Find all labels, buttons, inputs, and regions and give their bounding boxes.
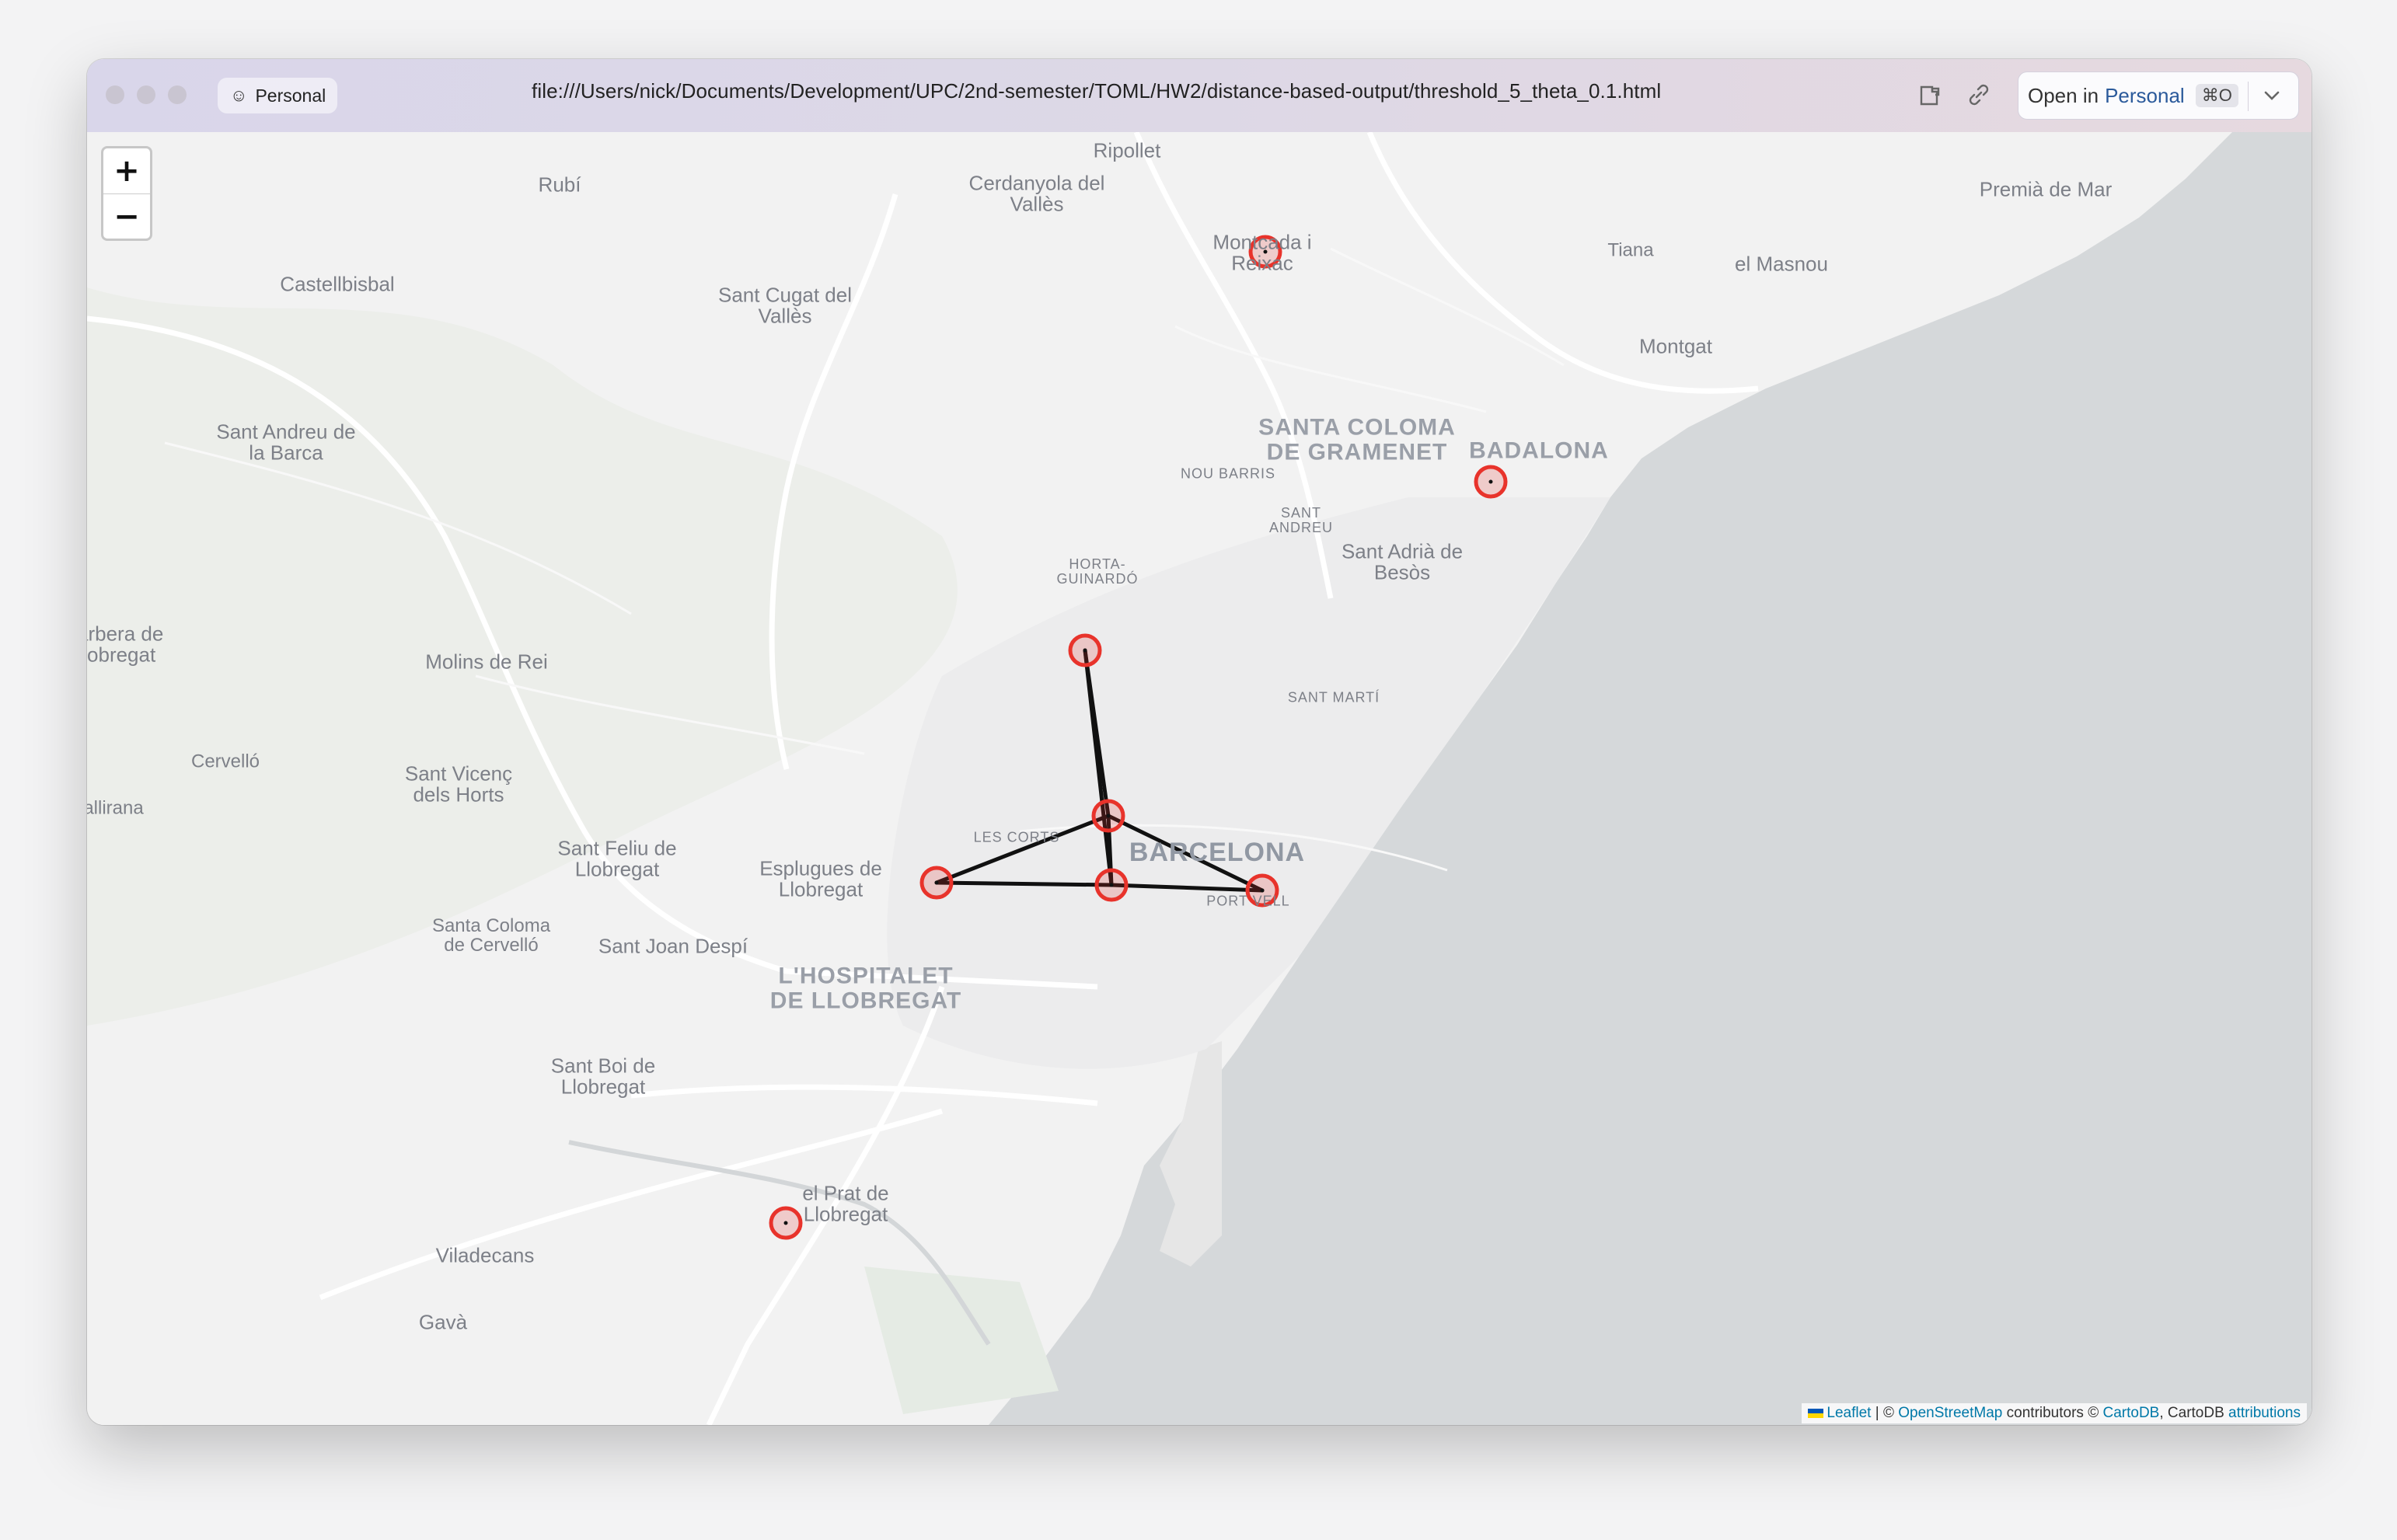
cartodb-link[interactable]: CartoDB [2102, 1405, 2159, 1421]
zoom-out-button[interactable]: − [103, 194, 150, 239]
leaflet-map[interactable]: Ripollet Rubí Cerdanyola del Vallès Montc… [87, 132, 2312, 1425]
place-label: Sant Andreu de la Barca [216, 420, 356, 465]
place-label: Sant Boi de Llobregat [550, 1054, 656, 1099]
place-label: Ripollet [1093, 138, 1161, 162]
place-label: Barbera deLlobregat [87, 622, 164, 667]
divider [2248, 82, 2249, 111]
place-label: Sant Joan Despí [598, 934, 748, 958]
open-in-target: Personal [2105, 83, 2185, 107]
place-label: Pallirana [87, 797, 144, 819]
place-label: L'HOSPITALET DE LLOBREGAT [769, 963, 962, 1013]
place-label: Premià de Mar [1979, 177, 2113, 201]
place-label: Sant Vicenç dels Horts [404, 761, 513, 807]
place-label: el Masnou [1735, 252, 1828, 276]
open-in-prefix: Open in [2028, 83, 2099, 107]
zoom-in-button[interactable]: + [103, 148, 150, 194]
profile-face-icon: ☺ [230, 85, 248, 105]
place-label: el Prat de Llobregat [802, 1181, 889, 1226]
open-in-shortcut: ⌘O [2195, 84, 2238, 107]
profile-button[interactable]: ☺ Personal [218, 78, 337, 113]
place-label: Tiana [1607, 239, 1654, 261]
place-label: SANTA COLOMA DE GRAMENET [1258, 414, 1456, 465]
delta-park [864, 1266, 1059, 1414]
place-label: Montgat [1639, 334, 1712, 358]
attribution-text: contributors © [2002, 1405, 2103, 1421]
zoom-window-button[interactable] [168, 85, 187, 104]
attributions-link[interactable]: attributions [2228, 1405, 2301, 1421]
chevron-down-icon[interactable] [2258, 82, 2286, 110]
place-label: HORTA- GUINARDÓ [1056, 556, 1139, 587]
place-label: PORT VELL [1206, 893, 1290, 909]
ukraine-flag-icon [1808, 1408, 1824, 1418]
address-bar[interactable]: file:///Users/nick/Documents/Development… [532, 79, 1661, 103]
place-label: Rubí [538, 172, 581, 197]
place-label: SANT ANDREU [1268, 505, 1334, 535]
place-label: Cerdanyola del Vallès [968, 171, 1105, 216]
close-window-button[interactable] [106, 85, 124, 104]
title-bar: ☺ Personal file:///Users/nick/Documents/… [87, 59, 2312, 133]
profile-label: Personal [255, 85, 326, 106]
open-in-button[interactable]: Open in Personal ⌘O [2018, 71, 2299, 120]
extension-icon[interactable] [1915, 79, 1946, 110]
place-label: NOU BARRIS [1180, 465, 1276, 482]
place-label: SANT MARTÍ [1287, 689, 1380, 706]
place-label: Castellbisbal [280, 272, 395, 296]
place-label: BARCELONA [1129, 838, 1306, 868]
place-label: Sant Feliu de Llobregat [557, 836, 677, 881]
place-label: LES CORTS [973, 829, 1060, 845]
browser-window: ☺ Personal file:///Users/nick/Documents/… [87, 59, 2312, 1425]
place-label: Cervelló [190, 751, 260, 772]
place-label: Esplugues de Llobregat [759, 856, 882, 901]
place-label: Sant Adrià de Besòs [1341, 539, 1464, 584]
attribution-text: , CartoDB [2159, 1405, 2229, 1421]
place-label: BADALONA [1469, 437, 1609, 464]
map-attribution: Leaflet | © OpenStreetMap contributors ©… [1802, 1403, 2307, 1423]
zoom-control: + − [101, 146, 152, 241]
minimize-window-button[interactable] [137, 85, 155, 104]
copy-link-icon[interactable] [1963, 79, 1994, 110]
place-label: Viladecans [435, 1243, 535, 1267]
attribution-text: | © [1871, 1405, 1899, 1421]
leaflet-link[interactable]: Leaflet [1827, 1405, 1871, 1421]
place-label: Santa Coloma de Cervelló [431, 915, 551, 956]
openstreetmap-link[interactable]: OpenStreetMap [1898, 1405, 2002, 1421]
place-label: Sant Cugat del Vallès [717, 283, 853, 328]
place-label: Montcada i Reixac [1212, 230, 1312, 275]
port-docks [1160, 1041, 1222, 1266]
place-label: Gavà [418, 1310, 468, 1334]
place-label: Molins de Rei [425, 650, 548, 674]
